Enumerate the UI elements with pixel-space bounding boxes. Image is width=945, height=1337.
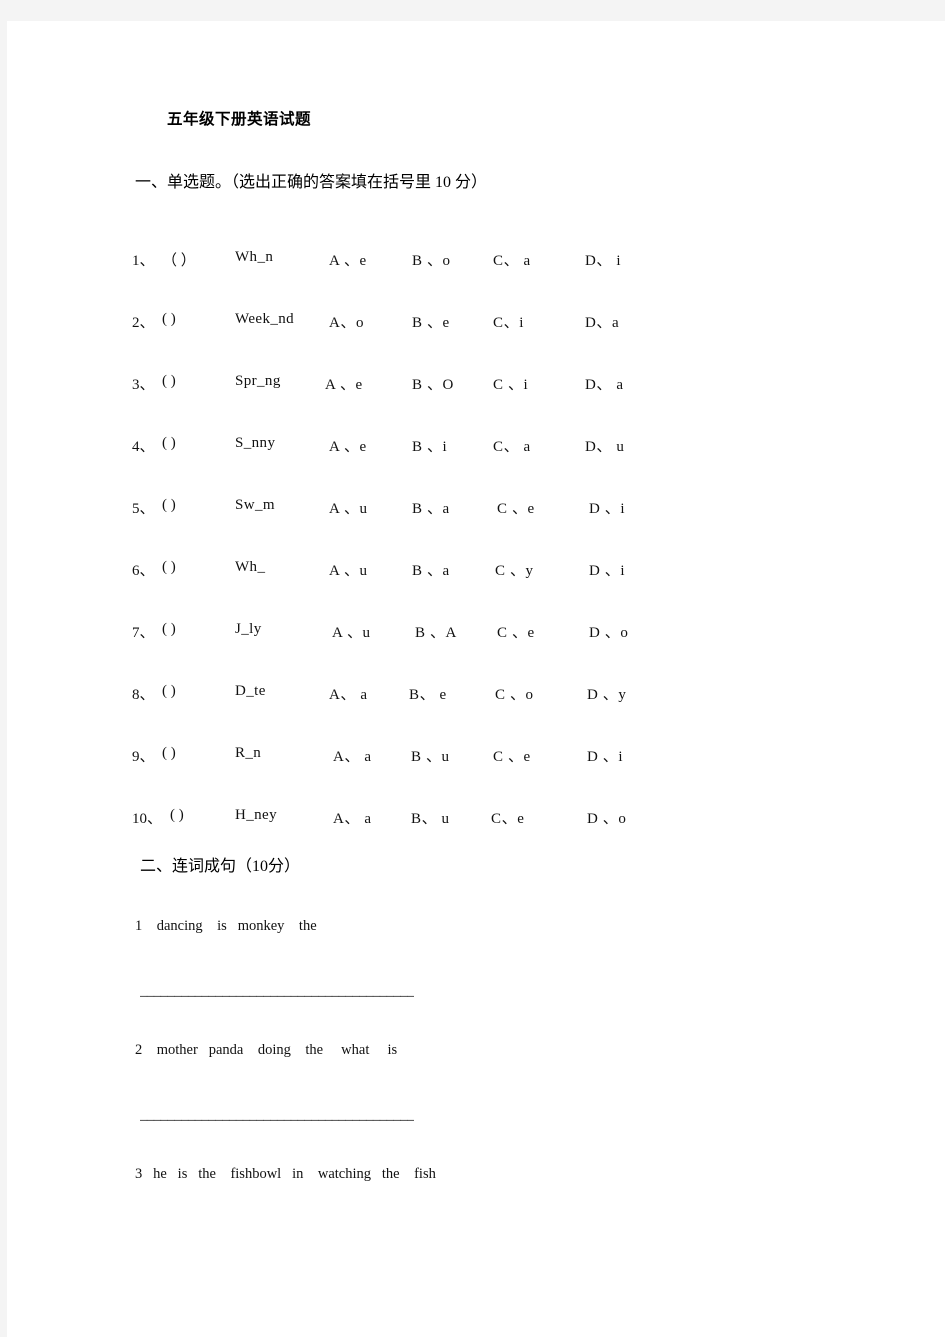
mc-word: Sw_m: [235, 497, 275, 513]
mc-row-1: 1、 （ ） Wh_n A 、e B 、o C、 a D、 i: [7, 249, 945, 277]
mc-option-d[interactable]: D、 a: [585, 373, 624, 394]
mc-option-b[interactable]: B 、u: [411, 745, 450, 766]
mc-answer-bracket[interactable]: ( ): [162, 621, 176, 638]
mc-option-a[interactable]: A、 a: [329, 683, 368, 704]
mc-option-c[interactable]: C 、e: [497, 497, 535, 518]
mc-row-3: 3、 ( ) Spr_ng A 、e B 、O C 、i D、 a: [7, 373, 945, 401]
mc-option-a[interactable]: A 、u: [329, 497, 368, 518]
mc-option-a[interactable]: A 、u: [329, 559, 368, 580]
mc-row-7: 7、 ( ) J_ly A 、u B 、A C 、e D 、o: [7, 621, 945, 649]
mc-option-b[interactable]: B 、i: [412, 435, 447, 456]
mc-answer-bracket[interactable]: ( ): [162, 683, 176, 700]
mc-word: R_n: [235, 745, 262, 761]
mc-row-2: 2、 ( ) Week_nd A、o B 、e C、i D、a: [7, 311, 945, 339]
mc-option-c[interactable]: C 、e: [493, 745, 531, 766]
mc-word: D_te: [235, 683, 266, 699]
mc-option-c[interactable]: C、i: [493, 311, 524, 332]
mc-word: Week_nd: [235, 311, 295, 327]
mc-option-c[interactable]: C 、e: [497, 621, 535, 642]
mc-option-d[interactable]: D 、y: [587, 683, 626, 704]
mc-word: Wh_: [235, 559, 266, 575]
mc-row-9: 9、 ( ) R_n A、 a B 、u C 、e D 、i: [7, 745, 945, 773]
sentence-item-2: 2 mother panda doing the what is: [135, 1042, 398, 1058]
mc-option-d[interactable]: D 、o: [589, 621, 628, 642]
mc-answer-bracket[interactable]: ( ): [162, 559, 176, 576]
mc-answer-bracket[interactable]: （ ）: [162, 249, 196, 270]
mc-option-a[interactable]: A、o: [329, 311, 364, 332]
mc-answer-bracket[interactable]: ( ): [162, 745, 176, 762]
mc-word: Spr_ng: [235, 373, 281, 389]
mc-option-b[interactable]: B 、A: [415, 621, 457, 642]
mc-option-c[interactable]: C 、o: [495, 683, 534, 704]
mc-option-d[interactable]: D 、o: [587, 807, 626, 828]
mc-option-d[interactable]: D 、i: [587, 745, 623, 766]
mc-option-d[interactable]: D 、i: [589, 497, 625, 518]
mc-option-a[interactable]: A 、u: [332, 621, 371, 642]
mc-option-d[interactable]: D、a: [585, 311, 619, 332]
document-page: 五年级下册英语试题 一、单选题。（选出正确的答案填在括号里 10 分） 1、 （…: [7, 21, 945, 1337]
mc-option-b[interactable]: B 、e: [412, 311, 450, 332]
mc-option-a[interactable]: A 、e: [329, 435, 367, 456]
mc-option-c[interactable]: C、 a: [493, 249, 531, 270]
mc-word: S_nny: [235, 435, 276, 451]
mc-option-b[interactable]: B 、O: [412, 373, 454, 394]
mc-word: Wh_n: [235, 249, 274, 265]
mc-option-a[interactable]: A、 a: [333, 745, 372, 766]
mc-answer-bracket[interactable]: ( ): [162, 373, 176, 390]
mc-option-c[interactable]: C 、y: [495, 559, 534, 580]
mc-row-4: 4、 ( ) S_nny A 、e B 、i C、 a D、 u: [7, 435, 945, 463]
mc-option-c[interactable]: C、 a: [493, 435, 531, 456]
page-title: 五年级下册英语试题: [167, 111, 312, 128]
mc-answer-bracket[interactable]: ( ): [162, 311, 176, 328]
mc-option-b[interactable]: B 、o: [412, 249, 451, 270]
answer-blank-1[interactable]: ________________________________________: [140, 983, 414, 1000]
mc-word: H_ney: [235, 807, 277, 823]
mc-option-b[interactable]: B 、a: [412, 497, 450, 518]
mc-option-d[interactable]: D、 u: [585, 435, 624, 456]
sentence-item-1: 1 dancing is monkey the: [135, 918, 317, 934]
mc-answer-bracket[interactable]: ( ): [162, 497, 176, 514]
mc-option-d[interactable]: D 、i: [589, 559, 625, 580]
mc-row-6: 6、 ( ) Wh_ A 、u B 、a C 、y D 、i: [7, 559, 945, 587]
mc-option-a[interactable]: A 、e: [325, 373, 363, 394]
document-content: 五年级下册英语试题 一、单选题。（选出正确的答案填在括号里 10 分） 1、 （…: [7, 21, 945, 1337]
sentence-item-3: 3 he is the fishbowl in watching the fis…: [135, 1166, 436, 1182]
mc-answer-bracket[interactable]: ( ): [162, 435, 176, 452]
mc-row-5: 5、 ( ) Sw_m A 、u B 、a C 、e D 、i: [7, 497, 945, 525]
mc-option-a[interactable]: A、 a: [333, 807, 372, 828]
section-heading-1: 一、单选题。（选出正确的答案填在括号里 10 分）: [135, 174, 488, 191]
answer-blank-2[interactable]: ________________________________________: [140, 1107, 414, 1124]
mc-row-10: 10、 ( ) H_ney A、 a B、 u C、e D 、o: [7, 807, 945, 835]
mc-row-8: 8、 ( ) D_te A、 a B、 e C 、o D 、y: [7, 683, 945, 711]
section-heading-2: 二、连词成句（10分）: [140, 858, 301, 875]
mc-option-c[interactable]: C 、i: [493, 373, 528, 394]
mc-option-b[interactable]: B、 e: [409, 683, 447, 704]
mc-option-b[interactable]: B、 u: [411, 807, 450, 828]
mc-option-a[interactable]: A 、e: [329, 249, 367, 270]
mc-word: J_ly: [235, 621, 262, 637]
mc-option-c[interactable]: C、e: [491, 807, 524, 828]
mc-option-b[interactable]: B 、a: [412, 559, 450, 580]
mc-option-d[interactable]: D、 i: [585, 249, 621, 270]
mc-answer-bracket[interactable]: ( ): [170, 807, 184, 824]
